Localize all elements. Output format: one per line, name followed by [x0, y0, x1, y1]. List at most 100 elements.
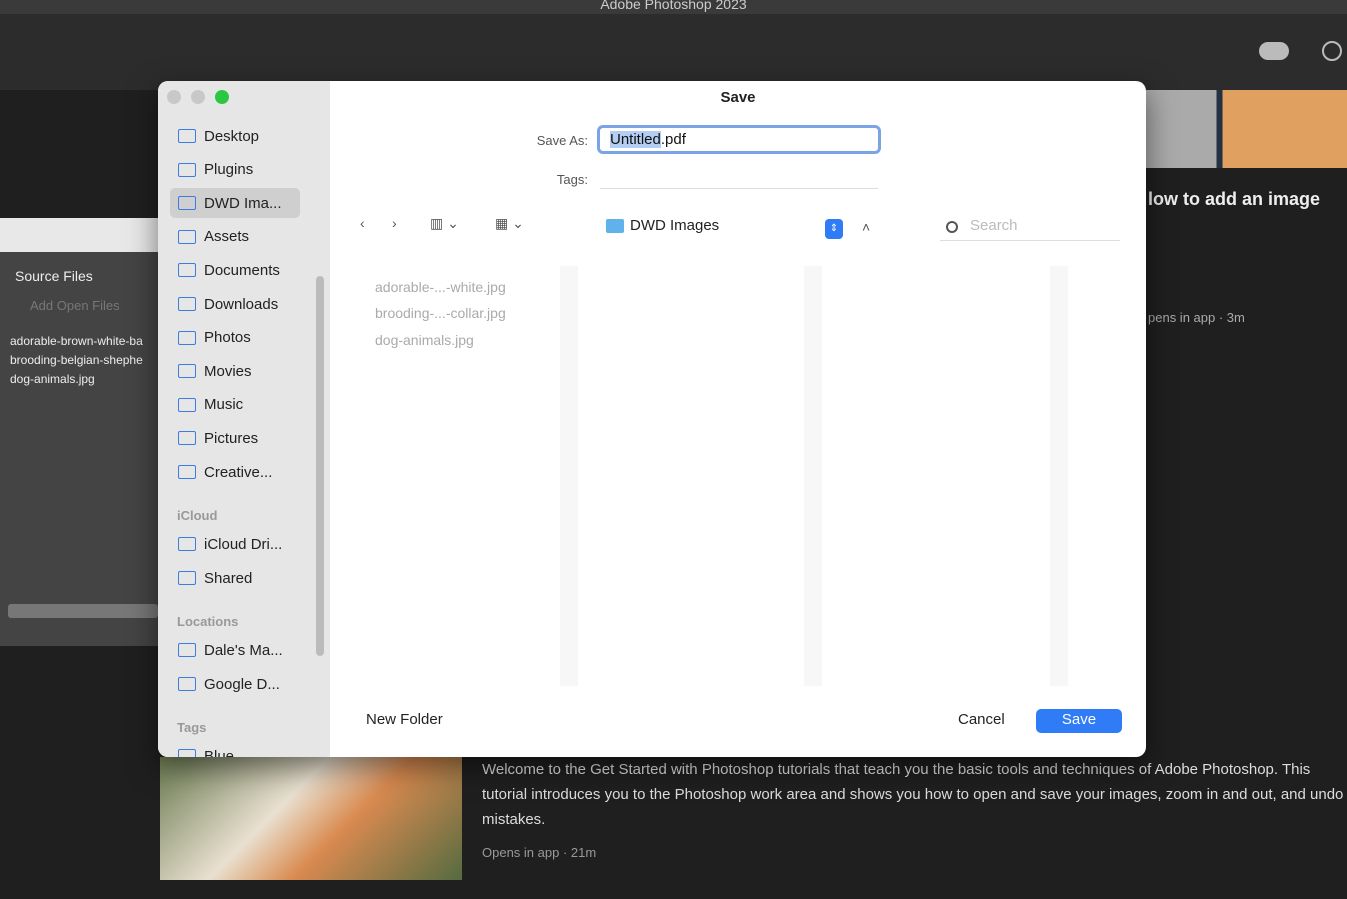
sidebar-item[interactable]: Documents [170, 255, 300, 285]
search-placeholder: Search [970, 217, 1018, 234]
top-bar [0, 14, 1347, 90]
folder-icon [178, 129, 196, 143]
back-button[interactable]: ‹ [360, 215, 365, 231]
column-divider[interactable] [1050, 266, 1068, 686]
cancel-button[interactable]: Cancel [948, 709, 1015, 733]
sidebar-item-label: DWD Ima... [204, 195, 282, 212]
sidebar-item-label: Music [204, 396, 243, 413]
cloud-icon[interactable] [1259, 42, 1289, 60]
column-divider[interactable] [804, 266, 822, 686]
sidebar-item[interactable]: Downloads [170, 289, 300, 319]
source-file[interactable]: brooding-belgian-shephe [10, 353, 143, 367]
search-input[interactable]: Search [940, 217, 1120, 241]
search-icon[interactable] [1322, 41, 1342, 61]
tags-input[interactable] [600, 167, 878, 189]
group-view-button[interactable]: ▦ ⌄ [495, 215, 524, 232]
source-file[interactable]: dog-animals.jpg [10, 372, 95, 386]
folder-icon [178, 196, 196, 210]
tutorial-thumbnail-flowers[interactable] [160, 757, 462, 880]
file-item[interactable]: brooding-...-collar.jpg [375, 305, 506, 321]
tutorial-title[interactable]: low to add an image [1148, 189, 1320, 210]
folder-icon [606, 219, 624, 233]
tutorial-thumbnail[interactable] [1146, 90, 1347, 168]
folder-icon [178, 677, 196, 691]
filename-ext: .pdf [661, 131, 686, 148]
location-popup[interactable]: DWD Images [606, 217, 846, 234]
location-stepper-icon[interactable]: ⇕ [825, 219, 843, 239]
sidebar-item[interactable]: Assets [170, 222, 300, 252]
file-item[interactable]: dog-animals.jpg [375, 332, 474, 348]
save-button[interactable]: Save [1036, 709, 1122, 733]
sidebar-item-label: Movies [204, 363, 252, 380]
sidebar-item[interactable]: Shared [170, 563, 300, 593]
sidebar-section-header: iCloud [177, 508, 217, 523]
sidebar-item[interactable]: Plugins [170, 155, 300, 185]
panel-header [0, 218, 160, 252]
sidebar-item-label: Desktop [204, 128, 259, 145]
sidebar-item-label: Plugins [204, 161, 253, 178]
sidebar-item[interactable]: Desktop [170, 121, 300, 151]
folder-icon [178, 643, 196, 657]
save-as-label: Save As: [508, 133, 588, 148]
sidebar-item[interactable]: Blue [170, 741, 300, 757]
folder-icon [178, 537, 196, 551]
sidebar-scrollbar[interactable] [316, 276, 324, 656]
dialog-sidebar: Desktop Plugins DWD Ima... Assets Documents D… [158, 81, 330, 757]
sidebar-item-label: Blue [204, 748, 234, 758]
sidebar-item[interactable]: Pictures [170, 423, 300, 453]
folder-icon [178, 297, 196, 311]
sidebar-item-label: Dale's Ma... [204, 642, 283, 659]
sidebar-item[interactable]: DWD Ima... [170, 188, 300, 218]
sidebar-item-label: Google D... [204, 676, 280, 693]
folder-icon [178, 364, 196, 378]
dialog-title: Save [330, 89, 1146, 106]
folder-icon [178, 331, 196, 345]
folder-icon [178, 431, 196, 445]
sidebar-item-label: Creative... [204, 464, 272, 481]
source-files-title: Source Files [15, 268, 93, 284]
sidebar-item-label: Assets [204, 228, 249, 245]
save-as-input[interactable]: Untitled.pdf [597, 125, 881, 154]
save-dialog: Desktop Plugins DWD Ima... Assets Documents D… [158, 81, 1146, 757]
search-icon [946, 221, 958, 233]
folder-icon [178, 465, 196, 479]
column-view-button[interactable]: ▥ ⌄ [430, 215, 459, 232]
sidebar-section-header: Tags [177, 720, 206, 735]
sidebar-item[interactable]: Creative... [170, 457, 300, 487]
collapse-button[interactable]: ˄ [862, 219, 870, 235]
sidebar-item[interactable]: Movies [170, 356, 300, 386]
sidebar-item[interactable]: Google D... [170, 669, 300, 699]
sidebar-section-header: Locations [177, 614, 238, 629]
sidebar-item[interactable]: Dale's Ma... [170, 635, 300, 665]
tutorial-meta: pens in app · 3m [1148, 310, 1245, 325]
forward-button[interactable]: › [392, 215, 397, 231]
sidebar-item-label: Shared [204, 570, 252, 587]
column-divider[interactable] [560, 266, 578, 686]
tags-label: Tags: [508, 172, 588, 187]
sidebar-item[interactable]: Music [170, 390, 300, 420]
folder-icon [178, 230, 196, 244]
scrollbar[interactable] [8, 604, 158, 618]
close-button[interactable] [167, 90, 181, 104]
sidebar-item[interactable]: Photos [170, 323, 300, 353]
folder-icon [178, 571, 196, 585]
folder-icon [178, 163, 196, 177]
file-item[interactable]: adorable-...-white.jpg [375, 279, 506, 295]
add-open-files-checkbox[interactable]: Add Open Files [30, 298, 120, 313]
minimize-button[interactable] [191, 90, 205, 104]
dialog-main: Save Save As: Untitled.pdf Tags: ‹ › ▥ ⌄… [330, 81, 1146, 757]
folder-icon [178, 263, 196, 277]
sidebar-item[interactable]: iCloud Dri... [170, 529, 300, 559]
app-title-bar: Adobe Photoshop 2023 [0, 0, 1347, 14]
tutorial-description: Welcome to the Get Started with Photosho… [482, 757, 1347, 832]
folder-icon [178, 398, 196, 412]
sidebar-item-label: Pictures [204, 430, 258, 447]
new-folder-button[interactable]: New Folder [356, 709, 453, 733]
filename-selected: Untitled [610, 131, 661, 148]
zoom-button[interactable] [215, 90, 229, 104]
tutorial-meta: Opens in app · 21m [482, 845, 596, 860]
app-title: Adobe Photoshop 2023 [600, 0, 746, 12]
sidebar-item-label: Documents [204, 262, 280, 279]
sidebar-item-label: Photos [204, 329, 251, 346]
source-file[interactable]: adorable-brown-white-ba [10, 334, 143, 348]
